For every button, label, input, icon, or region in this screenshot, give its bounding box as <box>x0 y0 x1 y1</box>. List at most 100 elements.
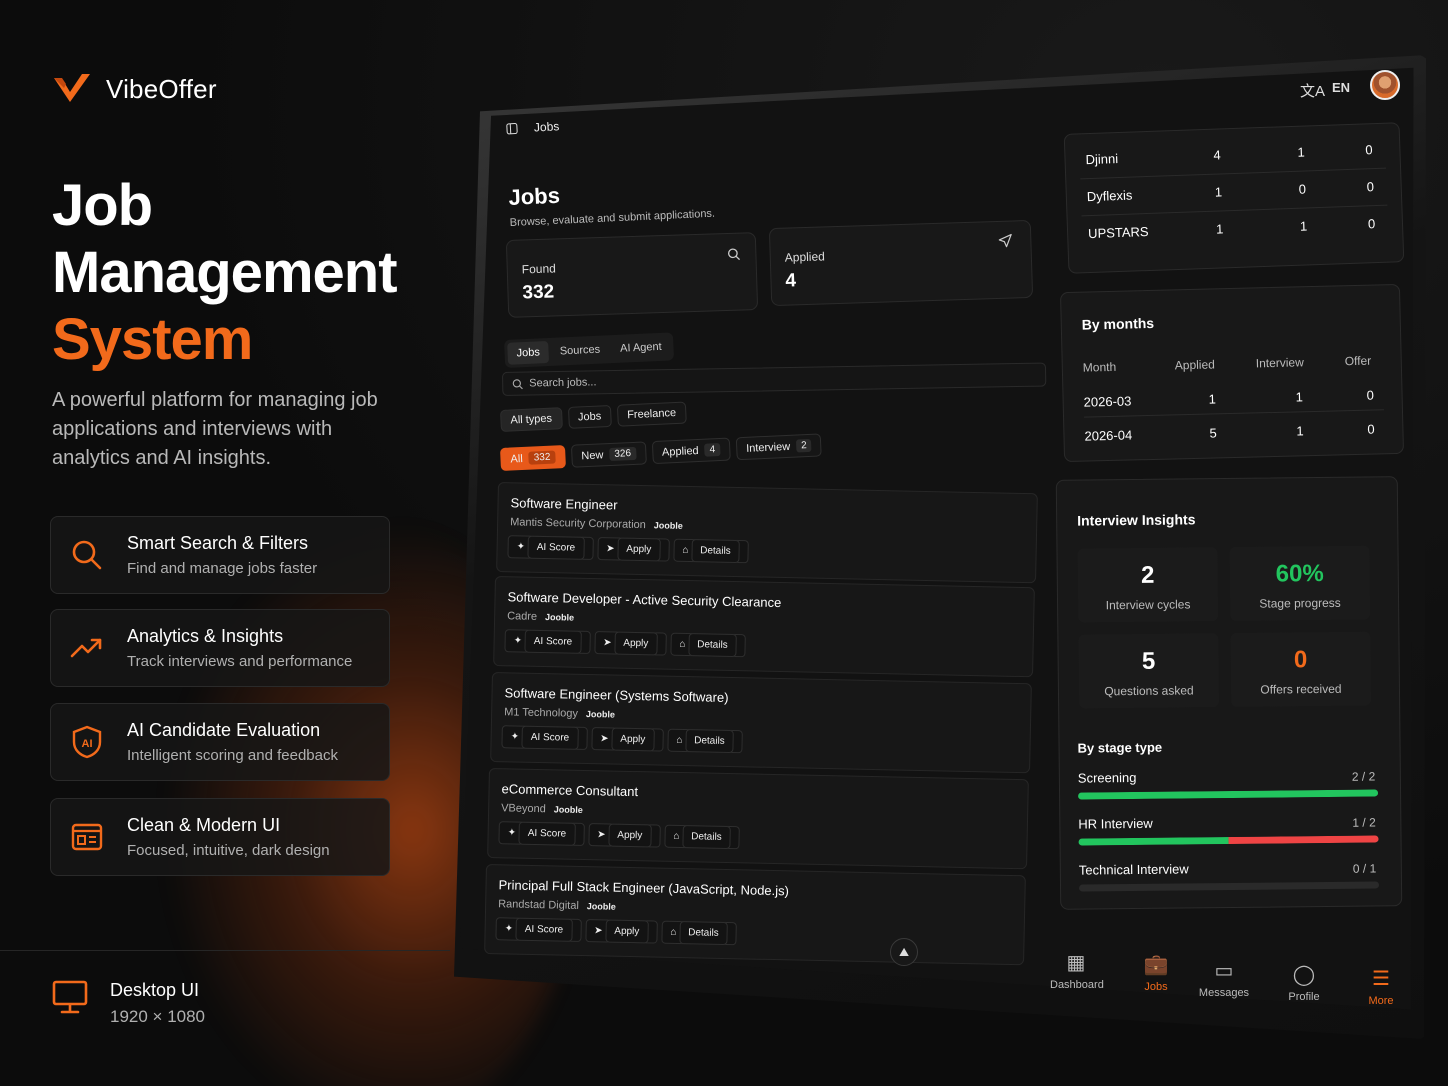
svg-text:AI: AI <box>82 738 93 750</box>
ai-score-button[interactable]: ✦ AI Score <box>495 917 582 943</box>
ai-score-button[interactable]: ✦ AI Score <box>504 629 591 655</box>
nav-label: More <box>1368 995 1394 1007</box>
job-company: Cadre <box>507 610 538 623</box>
filter-freelance[interactable]: Freelance <box>616 401 687 427</box>
stat-offers-received: 0 Offers received <box>1230 631 1372 707</box>
status-filter-label: Applied <box>661 444 699 459</box>
filter-jobs[interactable]: Jobs <box>567 404 612 429</box>
apply-button[interactable]: ➤ Apply <box>584 919 658 944</box>
column-header: Offer <box>1344 353 1372 369</box>
ai-score-button[interactable]: ✦ AI Score <box>507 535 594 561</box>
job-company-row: Mantis Security Corporation Jooble <box>510 516 683 532</box>
apply-button[interactable]: ➤ Apply <box>587 823 661 848</box>
hero-description: A powerful platform for managing job app… <box>52 389 378 469</box>
nav-item-dashboard[interactable]: ▦ Dashboard <box>1050 950 1104 991</box>
job-card[interactable]: Software Engineer Mantis Security Corpor… <box>496 482 1038 584</box>
stage-progress-fill <box>1078 789 1379 800</box>
breadcrumb-current: Jobs <box>533 119 560 135</box>
translate-icon[interactable]: 文A <box>1300 80 1325 101</box>
menu-icon: ☰ <box>1372 968 1390 990</box>
feature-subtitle: Find and manage jobs faster <box>127 560 318 577</box>
stage-progress-bar <box>1078 789 1379 800</box>
stat-label: Questions asked <box>1104 683 1194 699</box>
nav-item-messages[interactable]: ▭ Messages <box>1198 958 1250 999</box>
scroll-top-button[interactable]: ⛰ <box>890 938 918 966</box>
job-source-badge: Jooble <box>586 901 616 912</box>
job-card[interactable]: Software Engineer (Systems Software) M1 … <box>490 672 1032 774</box>
source-value: 0 <box>1367 216 1376 232</box>
feature-subtitle: Intelligent scoring and feedback <box>127 747 338 764</box>
stat-value: 0 <box>1293 646 1308 674</box>
button-label: AI Score <box>524 629 582 654</box>
source-value: 0 <box>1298 181 1307 197</box>
ai-score-button[interactable]: ✦ AI Score <box>501 725 588 751</box>
offer-cell: 0 <box>1366 387 1374 403</box>
nav-label: Dashboard <box>1050 979 1104 991</box>
page-header: Jobs Browse, evaluate and submit applica… <box>508 176 715 229</box>
briefcase-icon: 💼 <box>1143 954 1169 976</box>
details-button[interactable]: ⌂ Details <box>670 632 746 658</box>
stage-ratio: 2 / 2 <box>1351 769 1376 784</box>
tab-sources[interactable]: Sources <box>550 338 609 363</box>
button-label: AI Score <box>515 917 573 942</box>
ai-shield-icon: AI <box>69 724 105 760</box>
button-label: Details <box>684 729 734 754</box>
job-card[interactable]: Software Developer - Active Security Cle… <box>493 576 1035 678</box>
job-card[interactable]: eCommerce Consultant VBeyond Jooble ✦ AI … <box>487 768 1029 870</box>
apply-button[interactable]: ➤ Apply <box>593 631 667 656</box>
details-button[interactable]: ⌂ Details <box>664 824 740 850</box>
apply-button[interactable]: ➤ Apply <box>596 537 670 562</box>
search-icon <box>728 248 741 261</box>
job-source-badge: Jooble <box>545 612 575 623</box>
hero-line-2: Management <box>52 240 398 305</box>
breadcrumb: Jobs <box>506 119 560 136</box>
stat-value: 60% <box>1275 560 1324 588</box>
job-card[interactable]: Principal Full Stack Engineer (JavaScrip… <box>484 864 1026 966</box>
stage-remaining-fill <box>1228 835 1379 845</box>
avatar[interactable] <box>1370 70 1400 100</box>
filter-all-types[interactable]: All types <box>500 407 563 432</box>
status-filter-count: 332 <box>528 450 556 465</box>
found-card: Found 332 <box>505 232 759 318</box>
feature-subtitle: Track interviews and performance <box>127 653 353 670</box>
ai-score-button[interactable]: ✦ AI Score <box>498 821 585 847</box>
month-cell: 2026-04 <box>1084 427 1133 444</box>
nav-label: Profile <box>1288 991 1320 1003</box>
apply-button[interactable]: ➤ Apply <box>590 727 664 752</box>
button-label: AI Score <box>518 821 576 846</box>
status-filter-new[interactable]: New 326 <box>570 441 647 468</box>
button-label: Details <box>687 633 737 658</box>
stat-value: 5 <box>1141 647 1156 675</box>
language-selector[interactable]: EN <box>1332 80 1350 95</box>
nav-item-more[interactable]: ☰ More <box>1355 966 1407 1007</box>
stat-interview-cycles: 2 Interview cycles <box>1077 547 1219 623</box>
monitor-icon <box>52 980 88 1014</box>
stat-label: Stage progress <box>1259 595 1341 611</box>
nav-item-profile[interactable]: ◯ Profile <box>1278 962 1330 1003</box>
stat-label: Interview cycles <box>1105 597 1191 613</box>
job-actions: ✦ AI Score ➤ Apply ⌂ Details <box>507 535 749 564</box>
source-value: 1 <box>1214 184 1223 200</box>
details-button[interactable]: ⌂ Details <box>661 920 737 946</box>
applied-cell: 5 <box>1209 425 1217 441</box>
job-source-badge: Jooble <box>553 804 583 815</box>
nav-label: Jobs <box>1144 981 1168 993</box>
sidebar-toggle-icon[interactable] <box>506 122 519 135</box>
job-title: eCommerce Consultant <box>501 781 639 800</box>
tab-jobs[interactable]: Jobs <box>507 340 550 365</box>
nav-item-jobs[interactable]: 💼 Jobs <box>1130 952 1182 993</box>
search-icon <box>69 537 105 573</box>
job-company-row: Randstad Digital Jooble <box>498 898 616 912</box>
interview-cell: 1 <box>1296 423 1304 439</box>
status-filter-applied[interactable]: Applied 4 <box>651 437 731 465</box>
status-filter-all[interactable]: All 332 <box>500 445 566 471</box>
status-filter-interview[interactable]: Interview 2 <box>735 433 823 461</box>
tab-ai-agent[interactable]: AI Agent <box>611 335 672 360</box>
divider <box>0 950 450 951</box>
job-company: Randstad Digital <box>498 898 579 912</box>
job-actions: ✦ AI Score ➤ Apply ⌂ Details <box>504 629 746 658</box>
feature-card: Clean & Modern UI Focused, intuitive, dar… <box>50 798 390 876</box>
details-button[interactable]: ⌂ Details <box>673 538 749 564</box>
details-button[interactable]: ⌂ Details <box>667 728 743 754</box>
stage-progress-bar <box>1078 835 1379 846</box>
